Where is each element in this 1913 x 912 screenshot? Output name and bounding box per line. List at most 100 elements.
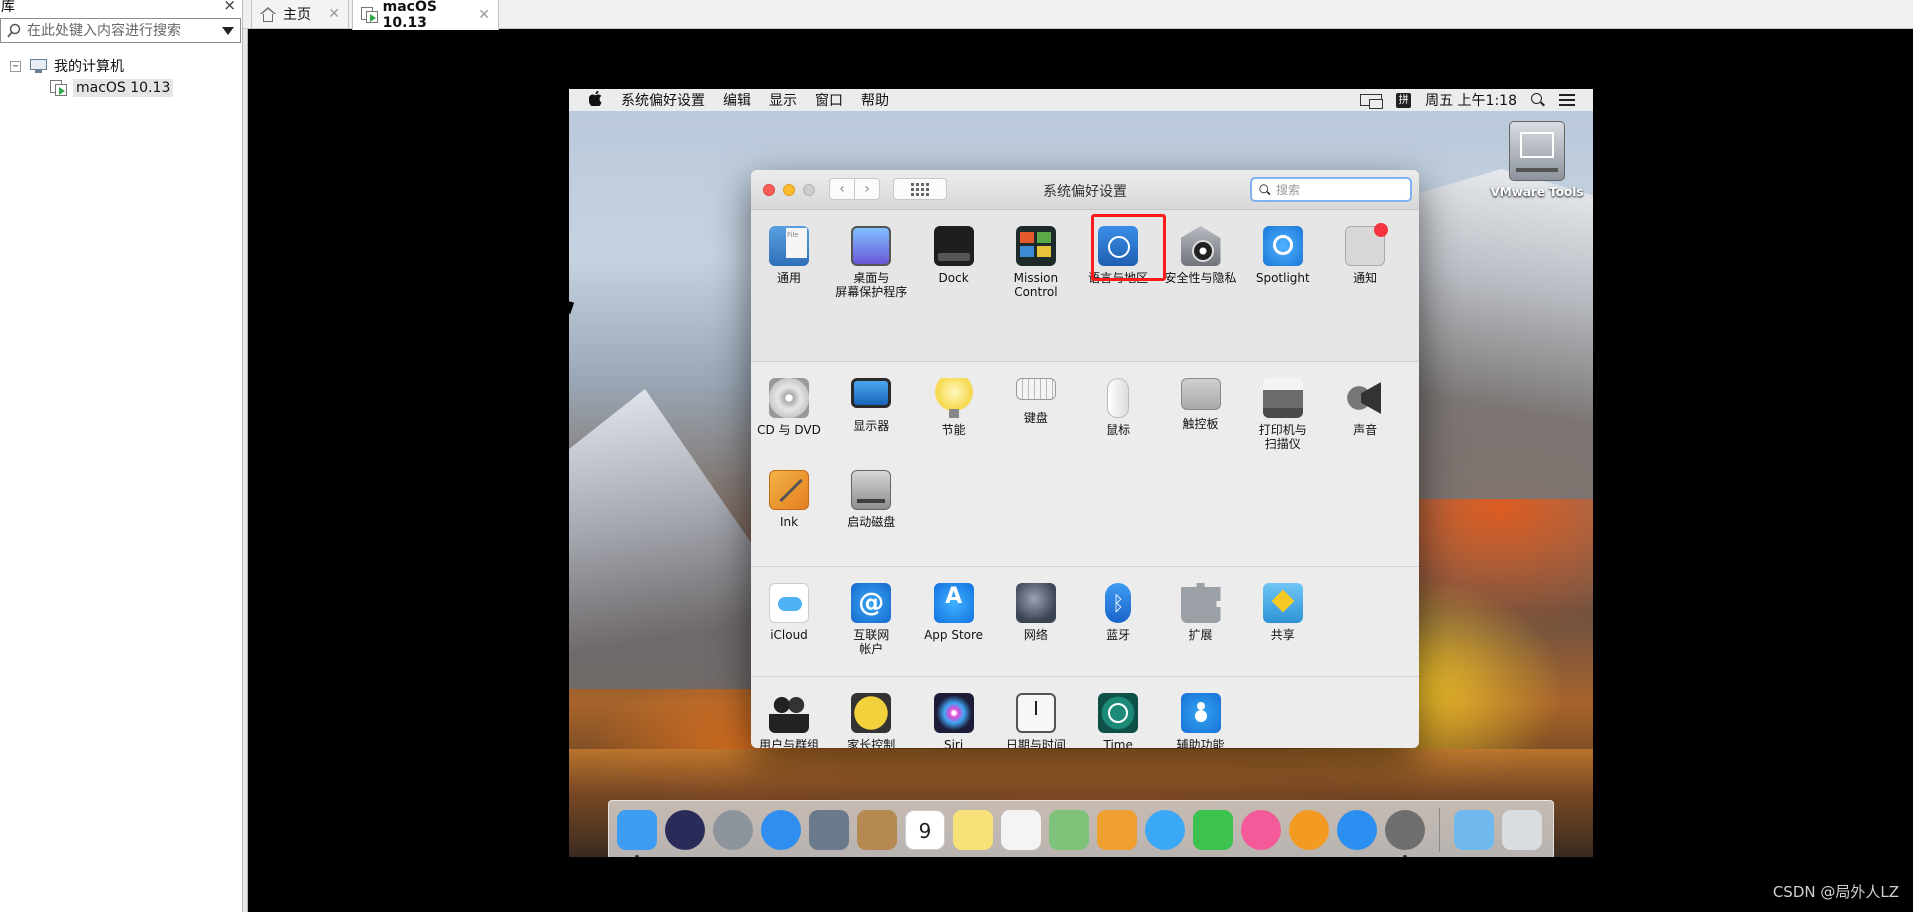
pref-pane-users-groups[interactable]: 用户与群组 — [751, 693, 830, 748]
dock-ibooks-icon[interactable] — [1289, 810, 1329, 850]
pref-pane-label: 鼠标 — [1106, 423, 1131, 437]
virtual-machine-running-icon — [50, 80, 68, 96]
pref-pane-time-machine[interactable]: Time Machine — [1077, 693, 1159, 748]
dock-reminders-icon[interactable] — [1001, 810, 1041, 850]
pref-pane-sharing[interactable]: 共享 — [1242, 583, 1324, 642]
pref-pane-bluetooth[interactable]: ᛒ 蓝牙 — [1077, 583, 1159, 642]
pref-pane-ink[interactable]: Ink — [751, 470, 830, 529]
tab-macos[interactable]: macOS 10.13 ✕ — [352, 0, 499, 31]
tree-item-macos[interactable]: macOS 10.13 — [50, 77, 174, 99]
pref-pane-label: 键盘 — [1023, 411, 1048, 425]
pref-pane-icloud[interactable]: iCloud — [751, 583, 830, 642]
tab-close-button[interactable]: ✕ — [478, 7, 490, 23]
dock-messages-icon[interactable] — [1145, 810, 1185, 850]
general-icon — [769, 226, 809, 266]
tree-item-my-computer[interactable]: − 我的计算机 — [10, 55, 124, 77]
menu-help[interactable]: 帮助 — [852, 90, 898, 110]
siri-icon — [933, 693, 974, 733]
dock-finder-icon[interactable] — [617, 810, 657, 857]
pref-pane-startup-disk[interactable]: 启动磁盘 — [830, 470, 912, 529]
menu-view[interactable]: 显示 — [760, 90, 806, 110]
dock-notes-icon[interactable] — [953, 810, 993, 850]
pref-pane-app-store[interactable]: App Store — [913, 583, 995, 642]
panel-splitter[interactable] — [243, 0, 248, 912]
pref-pane-cd-dvd[interactable]: CD 与 DVD — [751, 378, 830, 437]
notification-center-icon[interactable] — [1559, 94, 1575, 106]
tab-home[interactable]: 主页 ✕ — [251, 0, 349, 29]
input-method-icon[interactable]: 拼 — [1396, 92, 1412, 108]
spotlight-icon — [1262, 226, 1303, 266]
spotlight-search-icon[interactable] — [1531, 93, 1545, 107]
menu-edit[interactable]: 编辑 — [714, 90, 760, 110]
dock-launchpad-icon[interactable] — [713, 810, 753, 850]
pref-pane-keyboard[interactable]: 键盘 — [995, 378, 1077, 425]
pref-pane-general[interactable]: 通用 — [751, 226, 830, 285]
dock-facetime-icon[interactable] — [1193, 810, 1233, 850]
pref-pane-mouse[interactable]: 鼠标 — [1077, 378, 1159, 437]
window-titlebar[interactable]: ‹ › 系统偏好设置 — [751, 170, 1419, 210]
dock-siri-icon[interactable] — [665, 810, 705, 850]
pref-pane-label: 触控板 — [1182, 417, 1219, 431]
pref-pane-security-privacy[interactable]: 安全性与隐私 — [1160, 226, 1242, 285]
pref-pane-label: Dock — [938, 271, 969, 285]
pref-pane-spotlight[interactable]: Spotlight — [1242, 226, 1324, 285]
library-search-input[interactable] — [27, 22, 207, 39]
dock-photo-eagle-icon[interactable] — [809, 810, 849, 850]
energy-saver-icon — [933, 378, 974, 418]
pref-pane-accessibility[interactable]: 辅助功能 — [1160, 693, 1242, 748]
pref-pane-sound[interactable]: 声音 — [1324, 378, 1406, 437]
time-machine-icon — [1098, 693, 1139, 733]
pref-pane-extensions[interactable]: 扩展 — [1160, 583, 1242, 642]
notifications-icon — [1345, 223, 1389, 266]
pref-pane-internet-accounts[interactable]: @ 互联网 帐户 — [830, 583, 912, 656]
dock-contacts-icon[interactable] — [857, 810, 897, 850]
search-icon — [1, 23, 27, 39]
bluetooth-icon: ᛒ — [1105, 583, 1132, 623]
prefs-search-box[interactable] — [1250, 177, 1412, 202]
apple-menu-icon[interactable] — [569, 90, 612, 110]
prefs-search-input[interactable] — [1276, 182, 1396, 197]
library-close-button[interactable]: × — [223, 0, 236, 14]
tab-label: 主页 — [283, 7, 311, 23]
menubar-clock[interactable]: 周五 上午1:18 — [1425, 90, 1517, 110]
dock-app-store-icon[interactable] — [1337, 810, 1377, 850]
menu-window[interactable]: 窗口 — [806, 90, 852, 110]
pref-pane-energy-saver[interactable]: 节能 — [913, 378, 995, 437]
dock-icon — [933, 226, 974, 266]
search-icon — [1259, 183, 1270, 195]
pref-pane-desktop-screensaver[interactable]: 桌面与 屏幕保护程序 — [830, 226, 912, 299]
pref-pane-mission-control[interactable]: Mission Control — [995, 226, 1077, 299]
dock-maps-icon[interactable] — [1049, 810, 1089, 850]
dock-calendar-icon[interactable]: 9 — [905, 810, 945, 850]
collapse-icon[interactable]: − — [10, 60, 21, 72]
pref-pane-parental-controls[interactable]: 家长控制 — [830, 693, 912, 748]
app-store-icon — [933, 583, 974, 623]
pref-pane-dock[interactable]: Dock — [913, 226, 995, 285]
ink-icon — [769, 470, 809, 510]
pref-pane-network[interactable]: 网络 — [995, 583, 1077, 642]
pref-pane-trackpad[interactable]: 触控板 — [1160, 378, 1242, 431]
dock-system-preferences-icon[interactable] — [1385, 810, 1425, 857]
library-search-box[interactable] — [0, 18, 241, 43]
pref-pane-date-time[interactable]: 日期与时间 — [995, 693, 1077, 748]
dock-trash-icon[interactable] — [1502, 810, 1542, 850]
pref-pane-label: Mission Control — [1013, 271, 1059, 299]
dock-itunes-icon[interactable] — [1241, 810, 1281, 850]
desktop-icon-vmware-tools[interactable]: VMware Tools — [1489, 121, 1585, 199]
search-dropdown-arrow-icon[interactable] — [222, 27, 234, 35]
pref-pane-notifications[interactable]: 通知 — [1324, 223, 1406, 285]
pref-pane-siri[interactable]: Siri — [913, 693, 995, 748]
display-mirroring-icon[interactable] — [1360, 94, 1384, 109]
menu-system-preferences[interactable]: 系统偏好设置 — [612, 90, 714, 110]
dock-photos-icon[interactable] — [1097, 810, 1137, 850]
pref-pane-label: 显示器 — [853, 419, 890, 433]
tab-close-button[interactable]: ✕ — [328, 6, 340, 22]
disk-image-icon — [1509, 121, 1565, 181]
pref-pane-label: 桌面与 屏幕保护程序 — [835, 271, 908, 299]
dock-downloads-folder-icon[interactable] — [1454, 810, 1494, 850]
mission-control-icon — [1015, 226, 1056, 266]
pref-pane-displays[interactable]: 显示器 — [830, 378, 912, 433]
dock-safari-icon[interactable] — [761, 810, 801, 850]
pref-pane-printer[interactable]: 打印机与 扫描仪 — [1242, 378, 1324, 451]
macos-screen[interactable]: 系统偏好设置 编辑 显示 窗口 帮助 拼 周五 上午1:18 VMware To… — [569, 89, 1593, 857]
